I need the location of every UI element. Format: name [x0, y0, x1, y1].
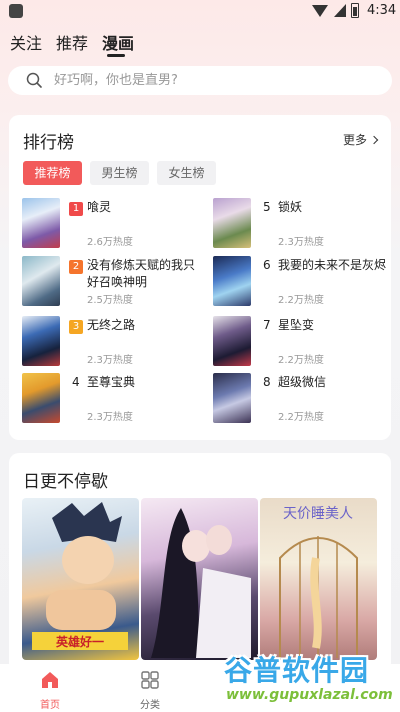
rank-number: 4: [72, 375, 80, 389]
rank-number: 8: [263, 375, 271, 389]
comic-heat: 2.2万热度: [278, 295, 324, 306]
comic-title: 没有修炼天赋的我只好召唤神明: [87, 258, 196, 289]
comic-title: 喰灵: [87, 200, 112, 214]
nav-category-label: 分类: [140, 700, 160, 711]
tab-comics[interactable]: 漫画: [102, 30, 134, 54]
battery-icon: [351, 3, 359, 18]
cover-art-beauty: 天价睡美人: [279, 506, 358, 658]
rank-badge: 2: [69, 260, 83, 274]
cover-title-beauty: 天价睡美人: [283, 506, 353, 522]
comic-cover: [213, 373, 251, 423]
rank-number: 5: [263, 200, 271, 214]
rank-item[interactable]: 5 锁妖 2.3万热度: [213, 198, 393, 250]
rank-badge: 1: [69, 202, 83, 216]
rank-item[interactable]: 2 没有修炼天赋的我只好召唤神明 2.5万热度: [22, 256, 202, 308]
search-input[interactable]: [54, 66, 374, 95]
comic-cover: [22, 198, 60, 248]
status-time: 4:34: [367, 3, 397, 18]
watermark-title: 谷普软件园: [224, 654, 370, 687]
rank-badge: 3: [69, 320, 83, 334]
comic-cover: [213, 316, 251, 366]
home-icon: [42, 672, 58, 688]
signal-icon: [334, 4, 346, 17]
comic-cover: [22, 256, 60, 306]
wifi-icon: [312, 5, 328, 17]
comic-cover-romance[interactable]: [141, 498, 258, 660]
cover-art-hero: 英雄好一: [32, 502, 128, 650]
tab-recommend-rank[interactable]: 推荐榜: [23, 161, 82, 185]
watermark-url: www.gupuxlazal.com: [226, 687, 393, 703]
comic-heat: 2.2万热度: [278, 355, 324, 366]
comic-heat: 2.3万热度: [278, 237, 324, 248]
rank-item[interactable]: 4 至尊宝典 2.3万热度: [22, 373, 202, 425]
comic-title: 无终之路: [87, 318, 136, 332]
rank-item[interactable]: 6 我要的未来不是灰烬 2.2万热度: [213, 256, 393, 308]
ranking-title: 排行榜: [23, 133, 74, 153]
rank-number: 7: [263, 318, 271, 332]
chevron-right-icon: [369, 135, 379, 145]
comic-heat: 2.3万热度: [87, 355, 133, 366]
comic-cover: [22, 316, 60, 366]
comic-heat: 2.2万热度: [278, 412, 324, 423]
daily-title: 日更不停歇: [23, 472, 108, 492]
comic-cover: [213, 256, 251, 306]
watermark: 谷普软件园 www.gupuxlazal.com: [224, 649, 398, 709]
comic-cover: [22, 373, 60, 423]
rank-number: 6: [263, 258, 271, 272]
nav-home-label: 首页: [40, 700, 60, 711]
search-icon: [26, 72, 42, 88]
comic-cover: [213, 198, 251, 248]
comic-heat: 2.6万热度: [87, 237, 133, 248]
tab-recommend[interactable]: 推荐: [56, 30, 88, 54]
daily-updates-card: 日更不停歇 英雄好一 天价睡美人: [9, 453, 391, 673]
comic-cover-hero[interactable]: 英雄好一: [22, 498, 139, 660]
comic-heat: 2.5万热度: [87, 295, 133, 306]
comic-title: 锁妖: [278, 200, 303, 214]
comic-title: 超级微信: [278, 375, 327, 389]
cover-art-romance: [151, 508, 251, 658]
comic-title: 我要的未来不是灰烬: [278, 258, 387, 272]
status-bar: 4:34: [0, 0, 400, 24]
cover-title-hero: 英雄好一: [56, 634, 104, 649]
more-button[interactable]: 更多: [342, 131, 379, 148]
tab-follow[interactable]: 关注: [10, 30, 42, 54]
grid-icon: [141, 671, 159, 689]
comic-title: 星坠变: [278, 318, 315, 332]
more-label: 更多: [342, 133, 367, 147]
active-tab-indicator: [107, 54, 125, 57]
rank-item[interactable]: 3 无终之路 2.3万热度: [22, 316, 202, 368]
rank-item[interactable]: 7 星坠变 2.2万热度: [213, 316, 393, 368]
rank-item[interactable]: 8 超级微信 2.2万热度: [213, 373, 393, 425]
ranking-card: 排行榜 更多 推荐榜 男生榜 女生榜 1 喰灵 2.6万热度 2 没有修炼天赋的…: [9, 115, 391, 440]
comic-cover-beauty[interactable]: 天价睡美人: [260, 498, 377, 660]
tab-female-rank[interactable]: 女生榜: [157, 161, 216, 185]
rank-item[interactable]: 1 喰灵 2.6万热度: [22, 198, 202, 250]
tab-male-rank[interactable]: 男生榜: [90, 161, 149, 185]
comic-title: 至尊宝典: [87, 375, 136, 389]
app-notification-icon: [9, 4, 23, 18]
search-bar[interactable]: [8, 66, 392, 95]
comic-heat: 2.3万热度: [87, 412, 133, 423]
